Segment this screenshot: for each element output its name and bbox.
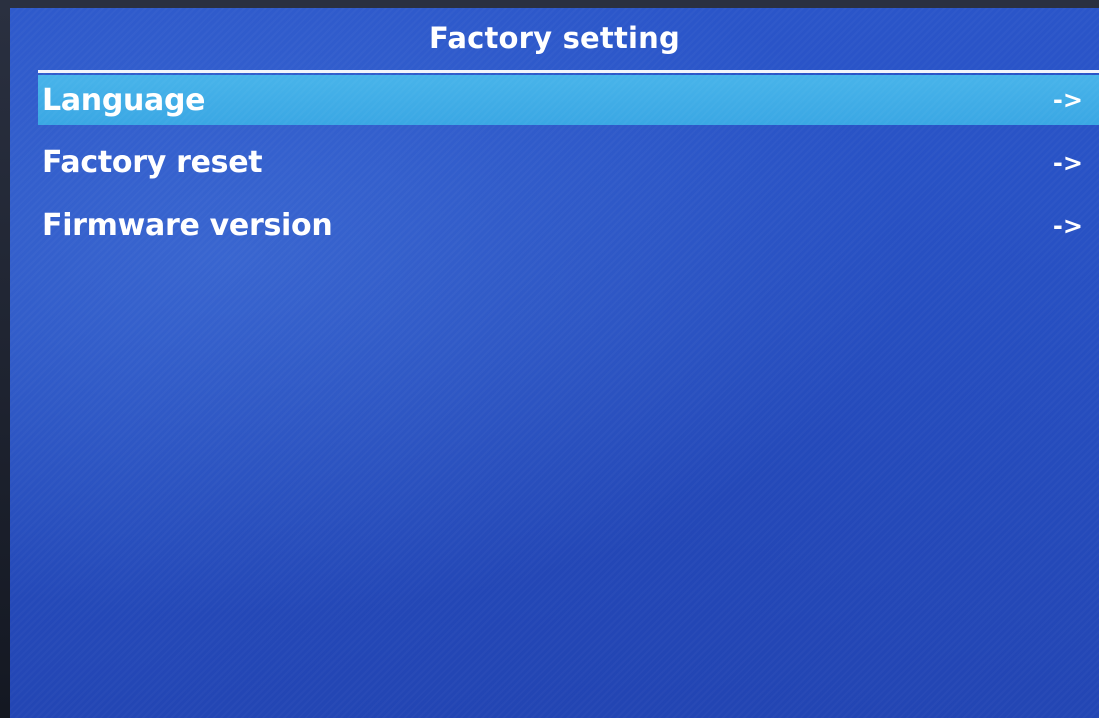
arrow-right-icon: -> (1052, 86, 1083, 114)
menu-item-language[interactable]: Language -> (38, 75, 1099, 125)
header: Factory setting (10, 8, 1099, 70)
settings-menu: Language -> Factory reset -> Firmware ve… (38, 75, 1099, 257)
menu-item-label: Firmware version (42, 208, 333, 243)
arrow-right-icon: -> (1052, 211, 1083, 240)
lcd-screen: Factory setting Language -> Factory rese… (10, 8, 1099, 718)
menu-item-label: Language (42, 82, 206, 118)
menu-item-factory-reset[interactable]: Factory reset -> (38, 131, 1099, 194)
arrow-right-icon: -> (1052, 148, 1083, 177)
menu-item-firmware-version[interactable]: Firmware version -> (38, 194, 1099, 257)
page-title: Factory setting (429, 21, 680, 55)
menu-item-label: Factory reset (42, 145, 263, 180)
header-divider (38, 70, 1099, 73)
